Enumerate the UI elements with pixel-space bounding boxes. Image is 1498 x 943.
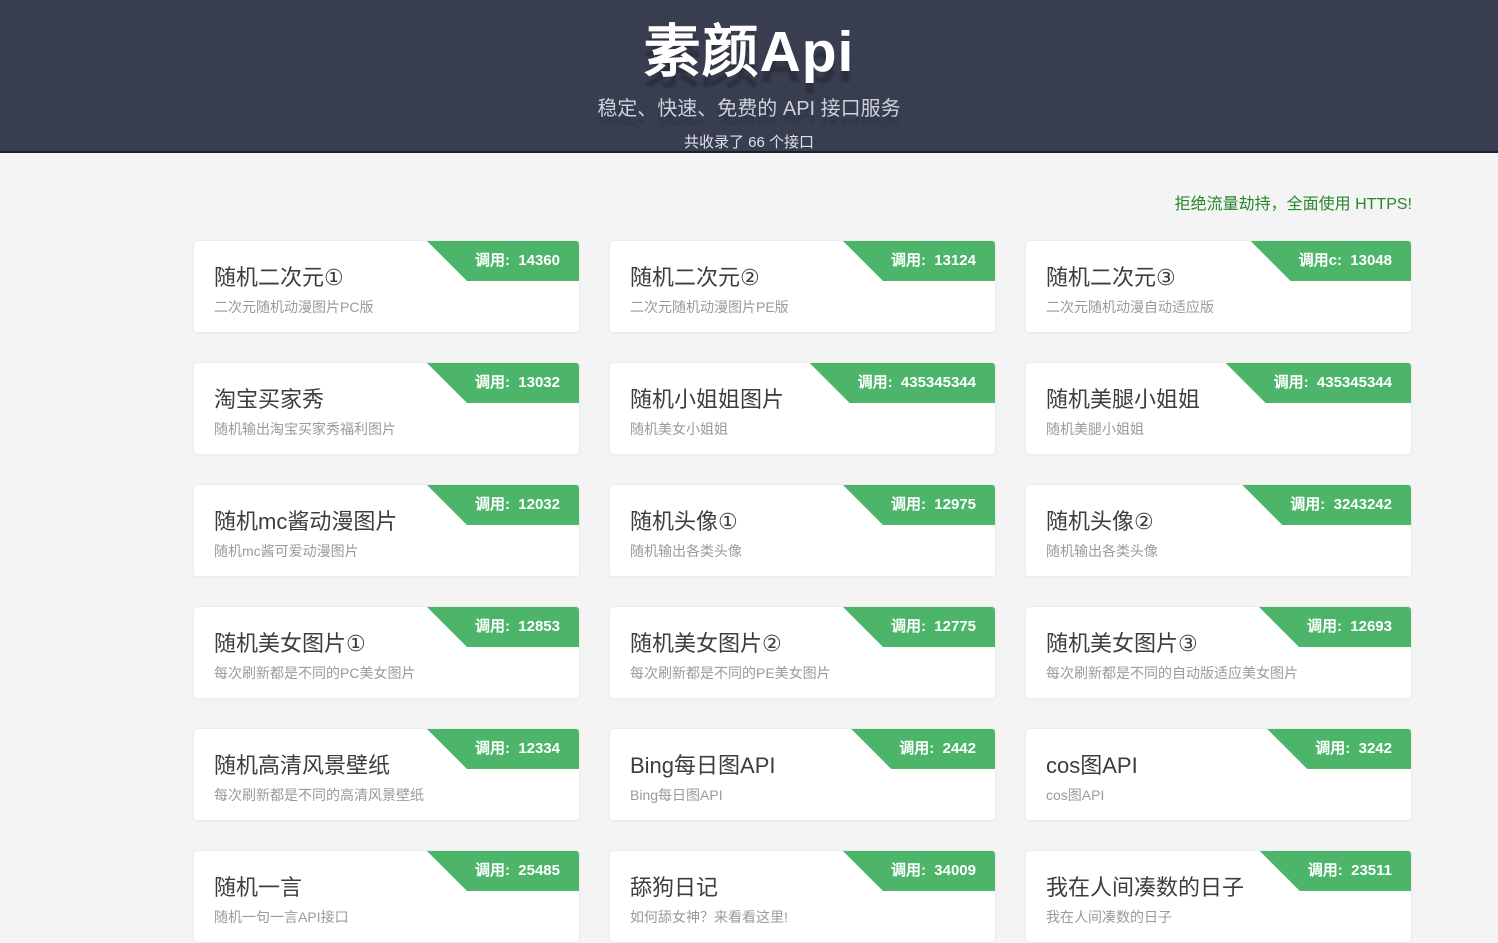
api-card[interactable]: 调用: 12693 随机美女图片③ 每次刷新都是不同的自动版适应美女图片 (1025, 606, 1412, 699)
api-card[interactable]: 调用: 25485 随机一言 随机一句一言API接口 (193, 850, 580, 943)
card-desc: 二次元随机动漫自动适应版 (1026, 297, 1411, 317)
card-desc: 随机输出各类头像 (610, 541, 995, 561)
api-card[interactable]: 调用: 14360 随机二次元① 二次元随机动漫图片PC版 (193, 240, 580, 333)
api-card[interactable]: 调用: 435345344 随机小姐姐图片 随机美女小姐姐 (609, 362, 996, 455)
api-card[interactable]: 调用: 3242 cos图API cos图API (1025, 728, 1412, 821)
card-desc: 我在人间凑数的日子 (1026, 907, 1411, 927)
api-card[interactable]: 调用: 435345344 随机美腿小姐姐 随机美腿小姐姐 (1025, 362, 1412, 455)
https-notice: 拒绝流量劫持，全面使用 HTTPS! (193, 190, 1412, 214)
api-card[interactable]: 调用: 23511 我在人间凑数的日子 我在人间凑数的日子 (1025, 850, 1412, 943)
card-desc: Bing每日图API (610, 785, 995, 805)
card-desc: 随机一句一言API接口 (194, 907, 579, 927)
card-desc: cos图API (1026, 785, 1411, 805)
card-desc: 二次元随机动漫图片PE版 (610, 297, 995, 317)
main-content: 拒绝流量劫持，全面使用 HTTPS! 调用: 14360 随机二次元① 二次元随… (193, 190, 1412, 943)
card-desc: 随机美女小姐姐 (610, 419, 995, 439)
api-card-grid: 调用: 14360 随机二次元① 二次元随机动漫图片PC版 调用: 13124 … (193, 240, 1412, 943)
card-desc: 每次刷新都是不同的自动版适应美女图片 (1026, 663, 1411, 683)
api-card[interactable]: 调用: 34009 舔狗日记 如何舔女神？来看看这里! (609, 850, 996, 943)
card-desc: 随机美腿小姐姐 (1026, 419, 1411, 439)
card-desc: 随机输出淘宝买家秀福利图片 (194, 419, 579, 439)
api-card[interactable]: 调用: 3243242 随机头像② 随机输出各类头像 (1025, 484, 1412, 577)
api-card[interactable]: 调用: 12975 随机头像① 随机输出各类头像 (609, 484, 996, 577)
api-card[interactable]: 调用: 13124 随机二次元② 二次元随机动漫图片PE版 (609, 240, 996, 333)
card-desc: 随机输出各类头像 (1026, 541, 1411, 561)
page-header: 素颜Api 稳定、快速、免费的 API 接口服务 共收录了 66 个接口 (0, 0, 1498, 153)
card-desc: 每次刷新都是不同的PC美女图片 (194, 663, 579, 683)
api-card[interactable]: 调用: 12032 随机mc酱动漫图片 随机mc酱可爱动漫图片 (193, 484, 580, 577)
card-desc: 每次刷新都是不同的PE美女图片 (610, 663, 995, 683)
site-title: 素颜Api (0, 0, 1498, 88)
card-desc: 每次刷新都是不同的高清风景壁纸 (194, 785, 579, 805)
api-count-line: 共收录了 66 个接口 (0, 131, 1498, 152)
api-card[interactable]: 调用: 12853 随机美女图片① 每次刷新都是不同的PC美女图片 (193, 606, 580, 699)
card-desc: 如何舔女神？来看看这里! (610, 907, 995, 927)
site-subtitle: 稳定、快速、免费的 API 接口服务 (0, 92, 1498, 121)
api-card[interactable]: 调用: 2442 Bing每日图API Bing每日图API (609, 728, 996, 821)
card-desc: 随机mc酱可爱动漫图片 (194, 541, 579, 561)
api-card[interactable]: 调用: 12334 随机高清风景壁纸 每次刷新都是不同的高清风景壁纸 (193, 728, 580, 821)
api-card[interactable]: 调用c: 13048 随机二次元③ 二次元随机动漫自动适应版 (1025, 240, 1412, 333)
card-desc: 二次元随机动漫图片PC版 (194, 297, 579, 317)
api-card[interactable]: 调用: 13032 淘宝买家秀 随机输出淘宝买家秀福利图片 (193, 362, 580, 455)
api-card[interactable]: 调用: 12775 随机美女图片② 每次刷新都是不同的PE美女图片 (609, 606, 996, 699)
